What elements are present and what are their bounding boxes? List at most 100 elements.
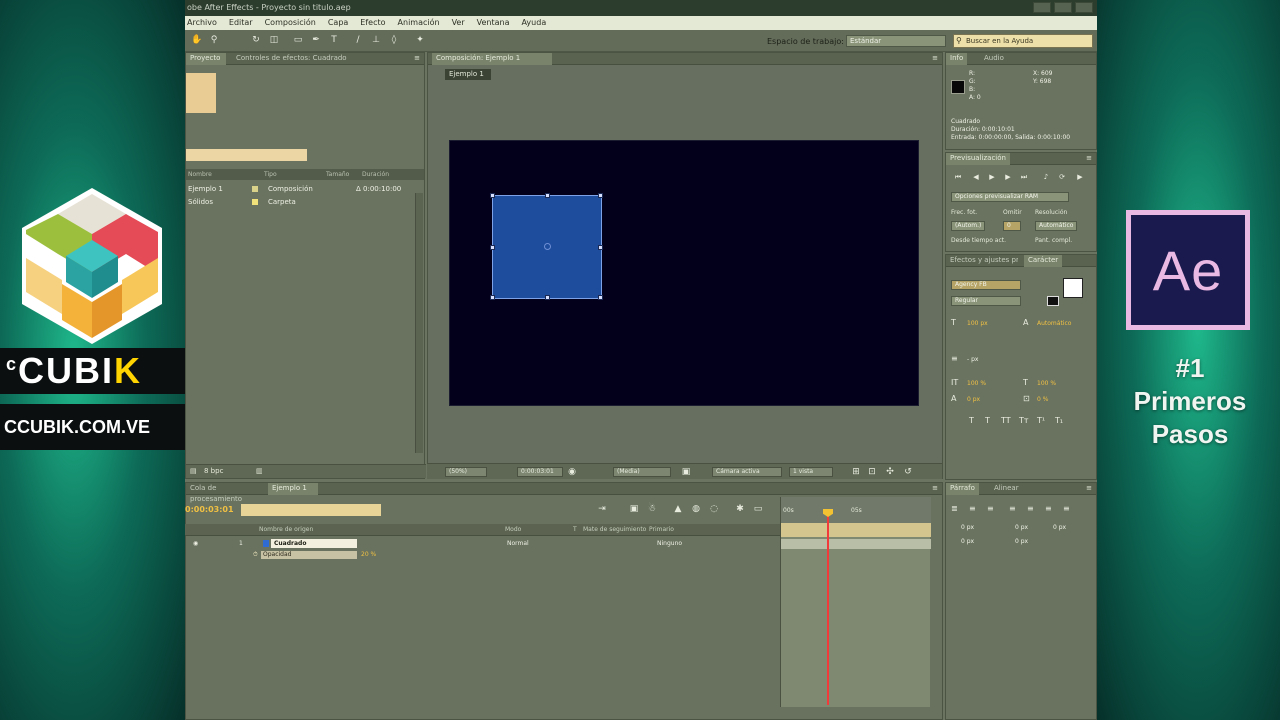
align-right-icon[interactable]: ≡ [987,504,998,514]
minimize-button[interactable] [1033,2,1051,13]
small-caps-icon[interactable]: Tᴛ [1019,416,1030,426]
close-button[interactable] [1075,2,1093,13]
work-area-bar[interactable] [781,523,931,537]
column-track-matte[interactable]: Mate de seguimiento [583,524,646,536]
tab-preview[interactable]: Previsualización [946,153,1010,165]
draft-3d-icon[interactable]: ▣ [629,504,639,515]
tab-timeline-comp[interactable]: Ejemplo 1 [268,483,318,495]
layer-label-color[interactable] [263,540,269,547]
maximize-button[interactable] [1054,2,1072,13]
comment-icon[interactable]: ▭ [753,504,763,515]
time-ruler[interactable]: 00s 05s [781,497,931,523]
faux-bold-icon[interactable]: T [969,416,980,426]
loop-icon[interactable]: ⟳ [1057,173,1067,182]
vertical-scale-value[interactable]: 100 % [967,380,986,388]
current-time-indicator[interactable] [827,509,829,705]
column-name[interactable]: Nombre [188,169,212,180]
tab-effect-controls[interactable]: Controles de efectos: Cuadrado [232,53,351,65]
tab-proyecto[interactable]: Proyecto [186,53,226,65]
justify-left-icon[interactable]: ≡ [1009,504,1020,514]
menu-archivo[interactable]: Archivo [187,16,217,30]
first-line-indent-value[interactable]: 0 px [1053,524,1066,532]
layer-name[interactable]: Cuadrado [271,539,357,548]
last-frame-icon[interactable]: ⏭ [1019,173,1029,182]
timeline-time-graph[interactable]: 00s 05s [780,497,931,707]
reset-exposure-icon[interactable]: ↺ [903,467,913,478]
opacity-property-row[interactable]: ⏱ Opacidad 20 % [185,550,780,560]
column-type[interactable]: Tipo [264,169,277,180]
layer-parent-select[interactable]: Ninguno [657,538,682,549]
layer-mode-select[interactable]: Normal [507,538,529,549]
composition-viewer[interactable] [449,140,919,406]
region-icon[interactable]: ▣ [681,467,691,478]
shy-layers-icon[interactable]: ☃ [647,504,657,515]
space-after-value[interactable]: 0 px [1015,538,1028,546]
column-size[interactable]: Tamaño [326,169,349,180]
panel-menu-icon[interactable]: ≡ [932,53,938,64]
graph-editor-icon[interactable]: ◌ [709,504,719,515]
menu-animacion[interactable]: Animación [398,16,440,30]
timeline-search-input[interactable] [241,504,381,516]
opacity-value[interactable]: 20 % [361,550,376,560]
motion-blur-icon[interactable]: ◍ [691,504,701,515]
ram-options-select[interactable]: Opciones previsualizar RAM [951,192,1069,202]
tsume-value[interactable]: 0 % [1037,396,1048,404]
views-select[interactable]: 1 vista [789,467,833,477]
font-family-select[interactable]: Agency FB [951,280,1021,290]
prev-frame-icon[interactable]: ◀ [971,173,981,182]
panel-menu-icon[interactable]: ≡ [414,53,420,64]
column-parent[interactable]: Primario [649,524,674,536]
align-center-icon[interactable]: ≡ [969,504,980,514]
transform-handle[interactable] [490,245,495,250]
play-icon[interactable]: ▶ [987,173,997,182]
workspace-select[interactable]: Estándar [846,35,946,47]
space-before-value[interactable]: 0 px [961,538,974,546]
transform-handle[interactable] [545,193,550,198]
stroke-width-value[interactable]: - px [967,356,978,364]
font-size-value[interactable]: 100 px [967,320,988,328]
menu-ayuda[interactable]: Ayuda [522,16,547,30]
visibility-eye-icon[interactable]: ◉ [193,538,198,549]
timeline-current-time[interactable]: 0:00:03:01 [185,504,234,516]
tab-align[interactable]: Alinear [990,483,1023,495]
zoom-icon[interactable]: ⚲ [209,35,219,46]
project-scrollbar[interactable] [415,193,423,453]
menu-editar[interactable]: Editar [229,16,253,30]
transform-handle[interactable] [598,193,603,198]
justify-all-icon[interactable]: ≡ [1063,504,1074,514]
fullscreen-checkbox[interactable]: Pant. compl. [1035,237,1072,245]
align-left-icon[interactable]: ≣ [951,504,962,514]
layer-duration-bar[interactable] [781,539,931,549]
column-t[interactable]: T [573,524,577,536]
baseline-value[interactable]: 0 px [967,396,980,404]
transform-handle[interactable] [545,295,550,300]
trash-icon[interactable]: ▥ [256,465,263,478]
hand-icon[interactable]: ✋ [191,35,202,46]
bpc-label[interactable]: 8 bpc [204,465,223,478]
tab-character[interactable]: Carácter [1024,255,1063,267]
square-layer[interactable] [490,193,603,300]
tab-render-queue[interactable]: Cola de procesamiento [186,483,262,503]
project-search-input[interactable] [186,149,307,161]
anchor-point-icon[interactable] [544,243,551,250]
panel-menu-icon[interactable]: ≡ [1086,153,1092,164]
resolution-select[interactable]: (Media) [613,467,671,477]
opacity-property-name[interactable]: Opacidad [261,551,357,559]
framerate-select[interactable]: (Autom.) [951,221,985,231]
clone-icon[interactable]: ⊥ [371,35,381,46]
indent-right-value[interactable]: 0 px [1015,524,1028,532]
menu-efecto[interactable]: Efecto [360,16,385,30]
all-caps-icon[interactable]: TT [1001,416,1012,426]
from-current-time-checkbox[interactable]: Desde tiempo act. [951,237,1006,245]
column-mode[interactable]: Modo [505,524,521,536]
timeline-layer-row[interactable]: ◉ 1 Cuadrado Normal Ninguno [185,538,780,549]
superscript-icon[interactable]: T¹ [1037,416,1048,426]
skip-field[interactable]: 0 [1003,221,1021,231]
resolution-preview-select[interactable]: Automático [1035,221,1077,231]
zoom-select[interactable]: (50%) [445,467,487,477]
column-duration[interactable]: Duración [362,169,389,180]
tab-audio[interactable]: Audio [980,53,1008,65]
tab-paragraph[interactable]: Párrafo [946,483,979,495]
menu-composicion[interactable]: Composición [265,16,316,30]
project-item[interactable]: Ejemplo 1 Composición Δ 0:00:10:00 [186,183,424,195]
